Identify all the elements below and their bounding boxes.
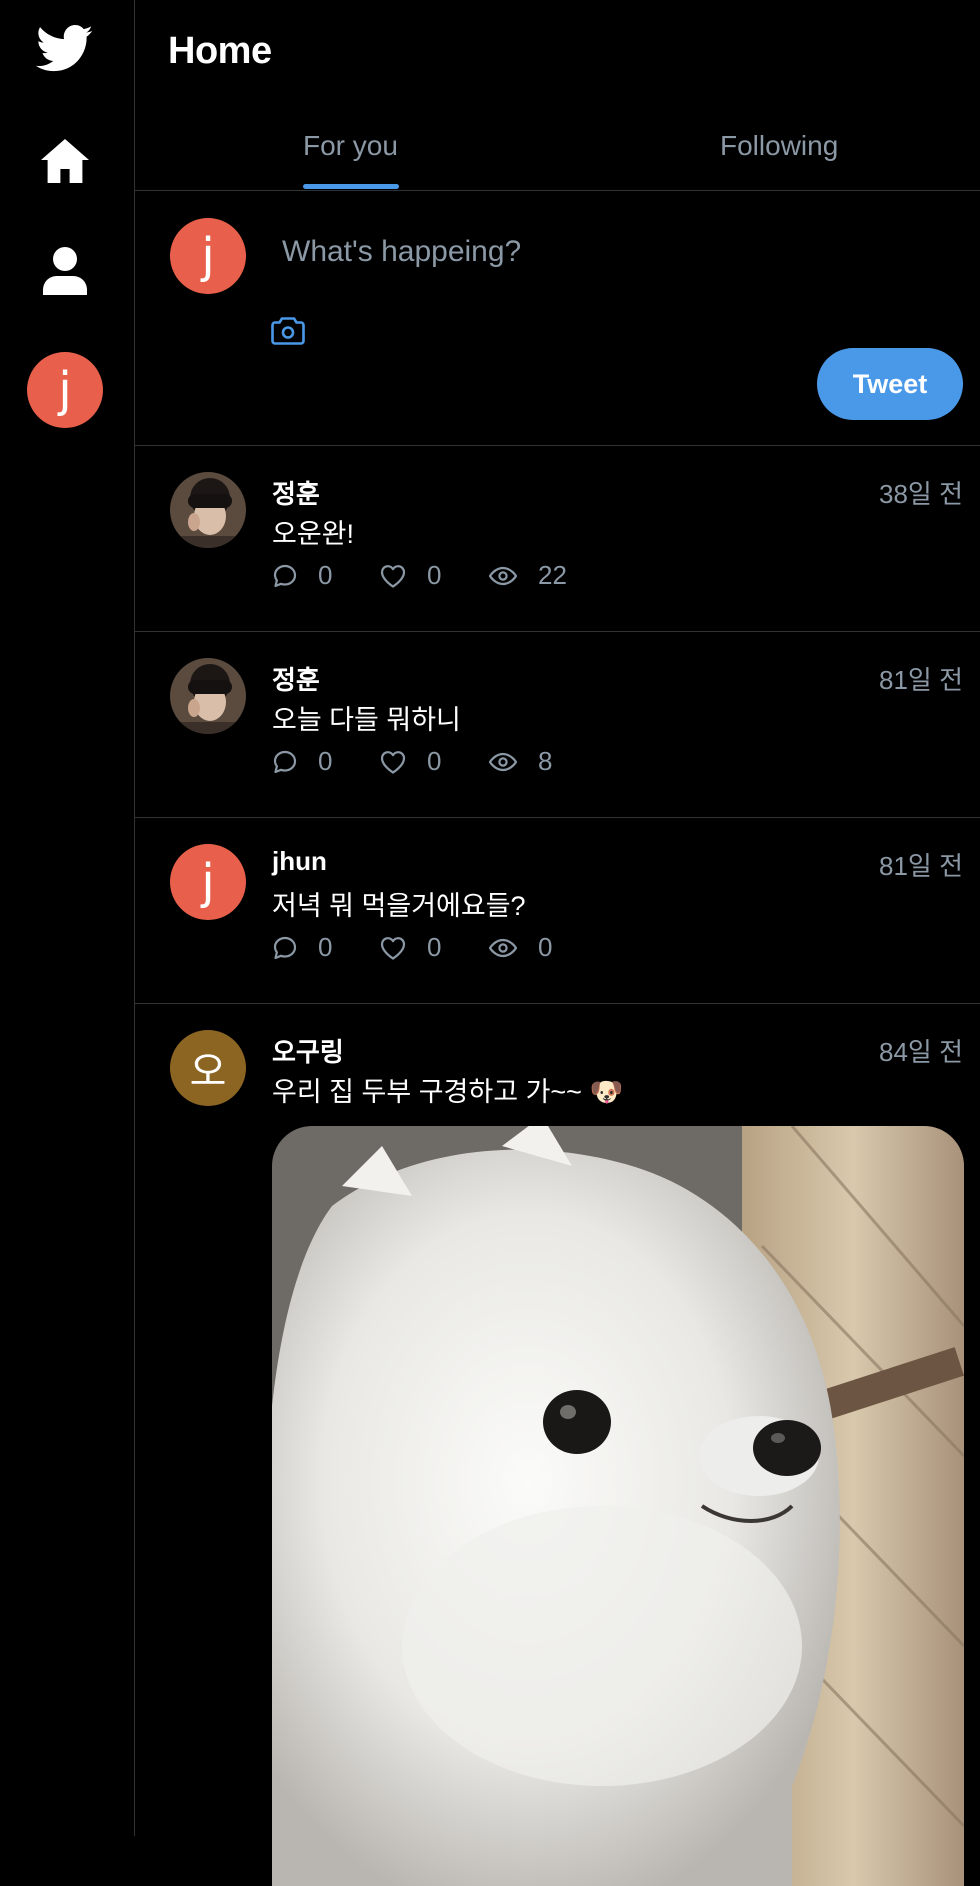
post-time: 38일 전 [879, 479, 963, 509]
comment-button[interactable]: 0 [272, 932, 332, 963]
post[interactable]: 정훈 81일 전 오늘 다들 뭐하니 0 0 8 [135, 632, 980, 818]
eye-icon [488, 749, 518, 775]
post-author[interactable]: 오구링 [272, 1032, 344, 1069]
active-tab-indicator [303, 184, 399, 189]
post-text: 오운완! [272, 519, 355, 549]
tab-bar: For you Following [135, 110, 980, 191]
tweet-button[interactable]: Tweet [817, 348, 963, 420]
main-feed: Home For you Following j Tweet [135, 0, 980, 1886]
post-author[interactable]: jhun [272, 846, 327, 877]
page-title: Home [168, 30, 272, 72]
view-count: 8 [538, 746, 553, 776]
post[interactable]: 오 오구링 84일 전 우리 집 두부 구경하고 가~~ 🐶 [135, 1004, 980, 1886]
avatar-letter: j [201, 854, 215, 910]
compose-input[interactable] [280, 229, 944, 275]
post-time: 81일 전 [879, 851, 963, 881]
sidebar: j [0, 0, 135, 1836]
comment-button[interactable]: 0 [272, 746, 332, 777]
comment-count: 0 [318, 932, 333, 962]
tweet-composer: j Tweet [135, 191, 980, 446]
post-time: 81일 전 [879, 665, 963, 695]
post-image[interactable] [272, 1126, 964, 1886]
like-count: 0 [427, 746, 442, 776]
comment-count: 0 [318, 560, 333, 590]
views-stat: 22 [488, 560, 567, 591]
tab-following[interactable]: Following [720, 130, 838, 162]
white-pomeranian-photo [272, 1126, 964, 1886]
view-count: 0 [538, 932, 553, 962]
heart-icon [379, 749, 407, 775]
comment-icon [272, 749, 298, 775]
avatar-letter: 오 [189, 1049, 227, 1095]
post-text: 오늘 다들 뭐하니 [272, 705, 461, 735]
eye-icon [488, 935, 518, 961]
post[interactable]: 정훈 38일 전 오운완! 0 0 22 [135, 446, 980, 632]
heart-icon [379, 935, 407, 961]
avatar-letter: j [58, 362, 72, 418]
views-stat: 8 [488, 746, 552, 777]
post[interactable]: j jhun 81일 전 저녁 뭐 먹을거에요들? 0 0 0 [135, 818, 980, 1004]
post-author[interactable]: 정훈 [272, 660, 320, 697]
composer-avatar: j [170, 218, 246, 294]
view-count: 22 [538, 560, 567, 590]
post-avatar[interactable] [170, 658, 246, 734]
like-button[interactable]: 0 [379, 932, 441, 963]
profile-icon[interactable] [37, 243, 93, 297]
camera-icon[interactable] [270, 313, 306, 352]
user-avatar[interactable]: j [27, 352, 103, 428]
comment-icon [272, 563, 298, 589]
comment-button[interactable]: 0 [272, 560, 332, 591]
home-icon[interactable] [37, 135, 93, 187]
twitter-bird-icon[interactable] [35, 24, 95, 74]
post-avatar[interactable] [170, 472, 246, 548]
avatar-letter: j [201, 228, 215, 284]
views-stat: 0 [488, 932, 552, 963]
comment-count: 0 [318, 746, 333, 776]
post-author[interactable]: 정훈 [272, 474, 320, 511]
post-avatar[interactable]: 오 [170, 1030, 246, 1106]
like-button[interactable]: 0 [379, 560, 441, 591]
like-button[interactable]: 0 [379, 746, 441, 777]
tab-for-you[interactable]: For you [303, 130, 398, 162]
eye-icon [488, 563, 518, 589]
post-avatar[interactable]: j [170, 844, 246, 920]
post-time: 84일 전 [879, 1037, 963, 1067]
post-text: 저녁 뭐 먹을거에요들? [272, 891, 526, 921]
like-count: 0 [427, 932, 442, 962]
like-count: 0 [427, 560, 442, 590]
post-text: 우리 집 두부 구경하고 가~~ 🐶 [272, 1077, 624, 1107]
comment-icon [272, 935, 298, 961]
heart-icon [379, 563, 407, 589]
